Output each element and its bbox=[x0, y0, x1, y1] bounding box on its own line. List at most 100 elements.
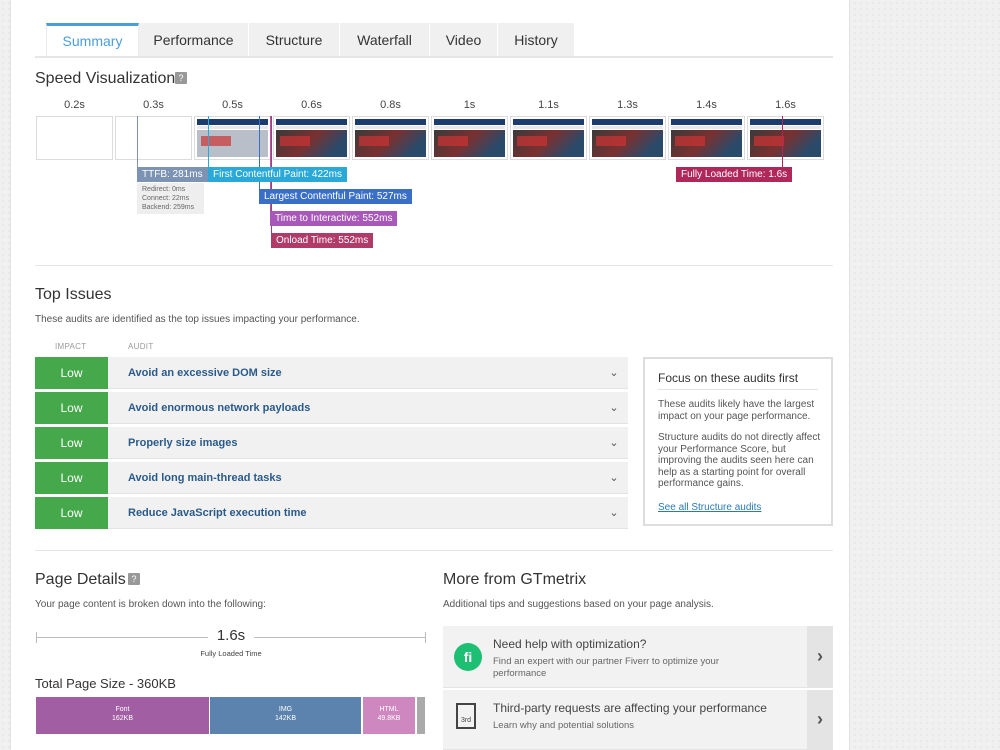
audit-name: Avoid long main-thread tasks bbox=[128, 472, 282, 484]
ttfb-detail-redirect: Redirect: 0ms bbox=[142, 186, 186, 193]
focus-text: Structure audits do not directly affect … bbox=[658, 432, 821, 489]
filmstrip-frame[interactable] bbox=[510, 116, 587, 160]
more-from-gtmetrix-title: More from GTmetrix bbox=[443, 571, 587, 588]
chevron-down-icon[interactable]: ⌄ bbox=[600, 497, 628, 529]
ttfb-marker bbox=[137, 116, 138, 167]
total-page-size: Total Page Size - 360KB bbox=[35, 676, 176, 691]
tab-underline bbox=[35, 56, 833, 58]
impact-badge: Low bbox=[35, 497, 108, 529]
segment-name: IMG bbox=[278, 706, 293, 713]
impact-badge: Low bbox=[35, 392, 108, 424]
chevron-down-icon[interactable]: ⌄ bbox=[600, 392, 628, 424]
chevron-down-icon[interactable]: ⌄ bbox=[600, 357, 628, 389]
fiverr-icon: fi bbox=[454, 643, 482, 671]
timeline-label: 1.3s bbox=[617, 99, 638, 111]
see-all-structure-link[interactable]: See all Structure audits bbox=[658, 502, 761, 513]
fully-loaded-tag: Fully Loaded Time: 1.6s bbox=[676, 167, 793, 182]
impact-column-header: IMPACT bbox=[55, 342, 87, 351]
filmstrip-frame[interactable] bbox=[589, 116, 666, 160]
audit-name: Avoid an excessive DOM size bbox=[128, 367, 282, 379]
chevron-down-icon[interactable]: ⌄ bbox=[600, 427, 628, 459]
fully-loaded-marker bbox=[782, 116, 783, 167]
help-icon[interactable]: ? bbox=[128, 573, 140, 585]
chevron-right-icon[interactable]: › bbox=[807, 690, 833, 749]
audit-row[interactable]: Low Avoid enormous network payloads ⌄ bbox=[35, 392, 628, 424]
timeline-label: 0.8s bbox=[380, 99, 401, 111]
tab-waterfall[interactable]: Waterfall bbox=[340, 23, 430, 56]
page-details-description: Your page content is broken down into th… bbox=[35, 599, 266, 610]
tip-card-fiverr[interactable]: fi Need help with optimization? Find an … bbox=[443, 626, 833, 688]
timeline-label: 0.3s bbox=[143, 99, 164, 111]
tip-title: Need help with optimization? bbox=[493, 637, 647, 651]
fully-loaded-label: Fully Loaded Time bbox=[200, 649, 262, 658]
track-end bbox=[425, 632, 426, 643]
ttfb-detail-connect: Connect: 22ms bbox=[142, 195, 190, 202]
speed-visualization-title: Speed Visualization bbox=[35, 70, 176, 87]
impact-badge: Low bbox=[35, 427, 108, 459]
timeline-label: 0.5s bbox=[222, 99, 243, 111]
tip-subtitle: Learn why and potential solutions bbox=[493, 720, 635, 731]
timeline-label: 0.2s bbox=[64, 99, 85, 111]
tab-history[interactable]: History bbox=[498, 23, 575, 56]
tti-tag: Time to Interactive: 552ms bbox=[270, 211, 398, 226]
lcp-tag: Largest Contentful Paint: 527ms bbox=[259, 189, 412, 204]
ttfb-details: Redirect: 0ms Connect: 22ms Backend: 259… bbox=[137, 183, 204, 214]
tab-summary[interactable]: Summary bbox=[46, 23, 139, 56]
audit-column-header: AUDIT bbox=[128, 342, 154, 351]
segment-size: 49.8KB bbox=[377, 715, 401, 722]
fully-loaded-track bbox=[36, 637, 208, 638]
top-issues-title: Top Issues bbox=[35, 286, 112, 303]
filmstrip-frame[interactable] bbox=[273, 116, 350, 160]
audit-row[interactable]: Low Avoid an excessive DOM size ⌄ bbox=[35, 357, 628, 389]
tip-title: Third-party requests are affecting your … bbox=[493, 701, 767, 715]
timeline-label: 1.4s bbox=[696, 99, 717, 111]
chevron-right-icon[interactable]: › bbox=[807, 626, 833, 687]
more-description: Additional tips and suggestions based on… bbox=[443, 599, 714, 610]
timeline-label: 1.1s bbox=[538, 99, 559, 111]
tab-video[interactable]: Video bbox=[430, 23, 498, 56]
ttfb-detail-backend: Backend: 259ms bbox=[142, 204, 195, 211]
track-end bbox=[36, 632, 37, 643]
audit-name: Reduce JavaScript execution time bbox=[128, 507, 307, 519]
size-segment-other[interactable] bbox=[417, 697, 425, 734]
size-segment-font[interactable]: Font 162KB bbox=[36, 697, 209, 734]
audit-row[interactable]: Low Reduce JavaScript execution time ⌄ bbox=[35, 497, 628, 529]
audit-name: Properly size images bbox=[128, 437, 238, 449]
timeline-label: 1.6s bbox=[775, 99, 796, 111]
filmstrip-frame[interactable] bbox=[352, 116, 429, 160]
timeline-label: 0.6s bbox=[301, 99, 322, 111]
fcp-marker bbox=[208, 116, 209, 167]
audit-row[interactable]: Low Properly size images ⌄ bbox=[35, 427, 628, 459]
tab-performance[interactable]: Performance bbox=[139, 23, 249, 56]
size-segment-img[interactable]: IMG 142KB bbox=[210, 697, 361, 734]
fully-loaded-track bbox=[254, 637, 426, 638]
filmstrip-frame-blank[interactable] bbox=[36, 116, 113, 160]
page-details-title: Page Details bbox=[35, 571, 126, 588]
focus-divider bbox=[658, 389, 818, 390]
divider bbox=[35, 550, 833, 551]
audit-row[interactable]: Low Avoid long main-thread tasks ⌄ bbox=[35, 462, 628, 494]
segment-name: HTML bbox=[379, 706, 399, 713]
tip-subtitle: Find an expert with our partner Fiverr t… bbox=[493, 656, 719, 679]
third-party-icon: 3rd bbox=[456, 703, 476, 729]
tip-card-third-party[interactable]: 3rd Third-party requests are affecting y… bbox=[443, 690, 833, 750]
chevron-down-icon[interactable]: ⌄ bbox=[600, 462, 628, 494]
segment-size: 142KB bbox=[274, 715, 297, 722]
filmstrip-frame[interactable] bbox=[431, 116, 508, 160]
focus-panel: Focus on these audits first These audits… bbox=[643, 357, 833, 526]
fcp-tag: First Contentful Paint: 422ms bbox=[208, 167, 347, 182]
ttfb-tag: TTFB: 281ms bbox=[137, 167, 208, 182]
size-segment-html[interactable]: HTML 49.8KB bbox=[363, 697, 415, 734]
focus-title: Focus on these audits first bbox=[658, 371, 799, 385]
help-icon[interactable]: ? bbox=[175, 72, 187, 84]
timeline-label: 1s bbox=[463, 99, 476, 111]
filmstrip-frame[interactable] bbox=[668, 116, 745, 160]
impact-badge: Low bbox=[35, 462, 108, 494]
onload-tag: Onload Time: 552ms bbox=[271, 233, 374, 248]
tab-structure[interactable]: Structure bbox=[249, 23, 340, 56]
fully-loaded-value: 1.6s bbox=[216, 627, 246, 644]
filmstrip-frame[interactable] bbox=[747, 116, 824, 160]
filmstrip-frame-blank[interactable] bbox=[115, 116, 192, 160]
segment-size: 162KB bbox=[111, 715, 134, 722]
segment-name: Font bbox=[115, 706, 130, 713]
